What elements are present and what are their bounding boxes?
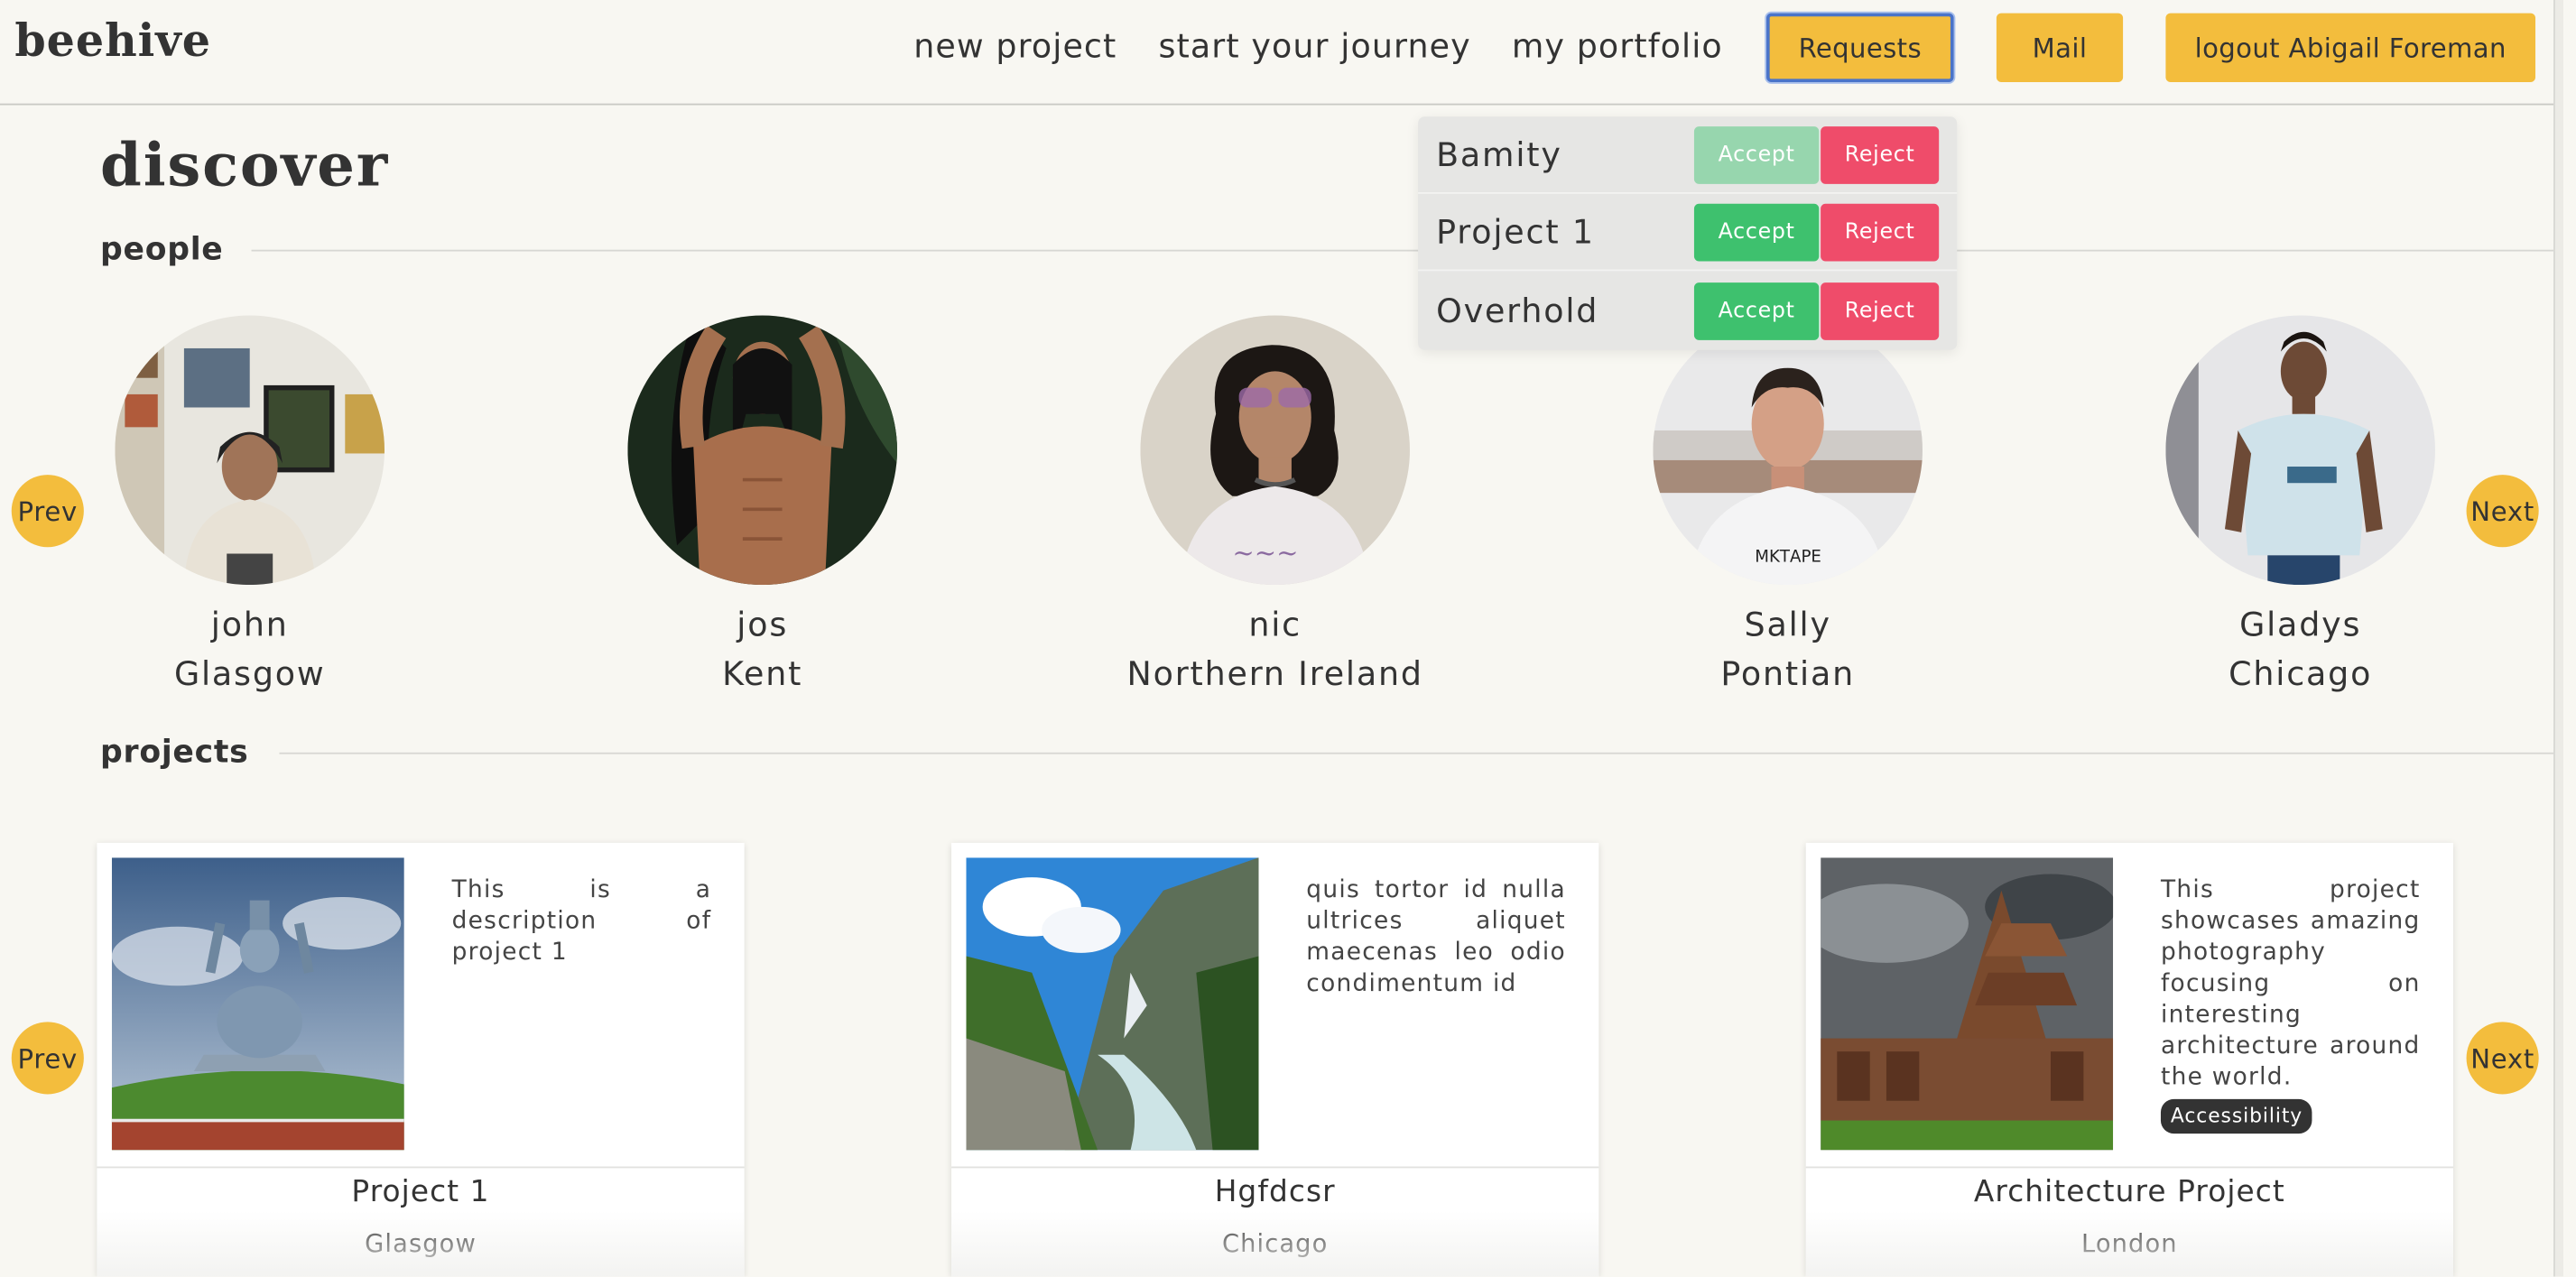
reject-button[interactable]: Reject [1821, 282, 1940, 340]
card-divider [97, 1166, 745, 1169]
project-location: Glasgow [365, 1228, 477, 1259]
projects-divider [279, 752, 2554, 754]
logout-button[interactable]: logout Abigail Foreman [2165, 13, 2536, 83]
person-name: john [210, 604, 289, 644]
request-project-name: Bamity [1436, 134, 1562, 174]
page-title: discover [100, 131, 390, 201]
person-card[interactable]: ΜΚΤΑΡΕ Sally Pontian [1542, 315, 2034, 699]
accept-button[interactable]: Accept [1693, 203, 1820, 262]
window-scrollbar[interactable] [2553, 0, 2563, 1277]
person-location: Chicago [2229, 653, 2373, 694]
projects-prev-button[interactable]: Prev [11, 1022, 84, 1095]
nav-new-project[interactable]: new project [913, 26, 1117, 66]
project-card[interactable]: This is a description of project 1 Proje… [97, 842, 745, 1277]
project-title[interactable]: Project 1 [97, 1175, 744, 1209]
mail-button[interactable]: Mail [1996, 13, 2124, 83]
person-card[interactable]: john Glasgow [4, 315, 496, 699]
request-item: Bamity Accept Reject [1418, 116, 1958, 194]
card-divider [1805, 1166, 2454, 1169]
person-avatar[interactable] [627, 315, 897, 586]
person-avatar[interactable] [115, 315, 385, 586]
people-divider [251, 249, 2554, 252]
project-title[interactable]: Hgfdcsr [951, 1175, 1598, 1209]
request-item: Project 1 Accept Reject [1418, 194, 1958, 272]
project-description-text: This project showcases amazing photograp… [2160, 877, 2421, 1091]
app-logo[interactable]: beehive [14, 16, 211, 67]
person-location: Northern Ireland [1126, 653, 1423, 694]
person-name: nic [1248, 604, 1302, 644]
person-location: Glasgow [173, 653, 326, 694]
page-root: beehive new project start your journey m… [0, 0, 2563, 1277]
project-description: This is a description of project 1 [451, 877, 712, 967]
person-card[interactable]: ~~~ nic Northern Ireland [1029, 315, 1522, 699]
project-image [966, 857, 1259, 1151]
top-navbar: beehive new project start your journey m… [0, 0, 2554, 106]
person-name: jos [737, 604, 789, 644]
project-location: Chicago [1221, 1228, 1329, 1259]
person-card[interactable]: Gladys Chicago [2054, 315, 2547, 699]
project-tag[interactable]: Accessibility [2160, 1098, 2313, 1134]
request-project-name: Project 1 [1436, 211, 1595, 252]
person-card[interactable]: jos Kent [516, 315, 1009, 699]
nav-my-portfolio[interactable]: my portfolio [1512, 26, 1723, 66]
person-avatar[interactable] [2165, 315, 2435, 586]
person-avatar[interactable]: ΜΚΤΑΡΕ [1653, 315, 1923, 586]
project-image [1821, 857, 2114, 1151]
project-description: quis tortor id nulla ultrices aliquet ma… [1306, 877, 1566, 998]
accept-button[interactable]: Accept [1693, 282, 1820, 340]
project-description: This project showcases amazing photograp… [2160, 875, 2421, 1134]
reject-button[interactable]: Reject [1821, 203, 1940, 262]
svg-text:ΜΚΤΑΡΕ: ΜΚΤΑΡΕ [1755, 548, 1821, 567]
person-location: Kent [722, 653, 803, 694]
project-image [111, 857, 404, 1151]
person-avatar[interactable]: ~~~ [1140, 315, 1410, 586]
reject-button[interactable]: Reject [1821, 126, 1940, 184]
person-name: Sally [1744, 604, 1831, 644]
project-card[interactable]: This project showcases amazing photograp… [1805, 842, 2454, 1277]
person-name: Gladys [2239, 604, 2362, 644]
requests-dropdown: Bamity Accept Reject Project 1 Accept Re… [1418, 116, 1958, 350]
request-project-name: Overhold [1436, 291, 1599, 330]
project-title[interactable]: Architecture Project [1806, 1175, 2453, 1209]
request-item: Overhold Accept Reject [1418, 273, 1957, 350]
nav-start-journey[interactable]: start your journey [1158, 26, 1470, 66]
card-divider [951, 1166, 1599, 1169]
svg-text:~~~: ~~~ [1232, 538, 1298, 569]
project-card[interactable]: quis tortor id nulla ultrices aliquet ma… [951, 842, 1599, 1277]
person-location: Pontian [1720, 653, 1855, 694]
accept-button[interactable]: Accept [1693, 126, 1820, 184]
project-location: London [2081, 1228, 2178, 1259]
requests-button[interactable]: Requests [1766, 13, 1954, 83]
projects-heading: projects [100, 734, 249, 771]
projects-next-button[interactable]: Next [2466, 1022, 2539, 1095]
people-heading: people [100, 231, 224, 268]
